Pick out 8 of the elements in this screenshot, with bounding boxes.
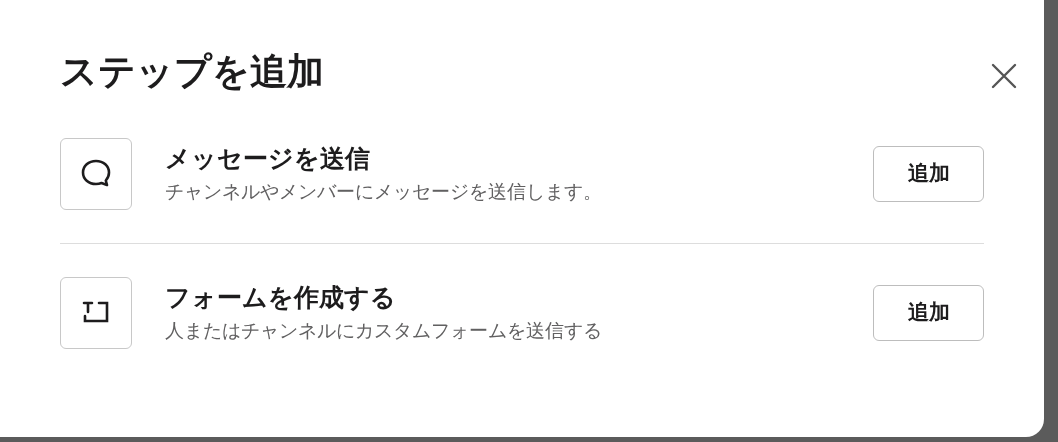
step-description: チャンネルやメンバーにメッセージを送信します。 [165,179,603,204]
dialog-title: ステップを追加 [60,49,324,95]
add-button[interactable]: 追加 [873,285,984,341]
add-button[interactable]: 追加 [873,146,984,202]
step-description: 人またはチャンネルにカスタムフォームを送信する [165,318,603,343]
step-title: フォームを作成する [165,282,397,314]
step-title: メッセージを送信 [165,143,371,175]
close-icon [991,63,1017,89]
